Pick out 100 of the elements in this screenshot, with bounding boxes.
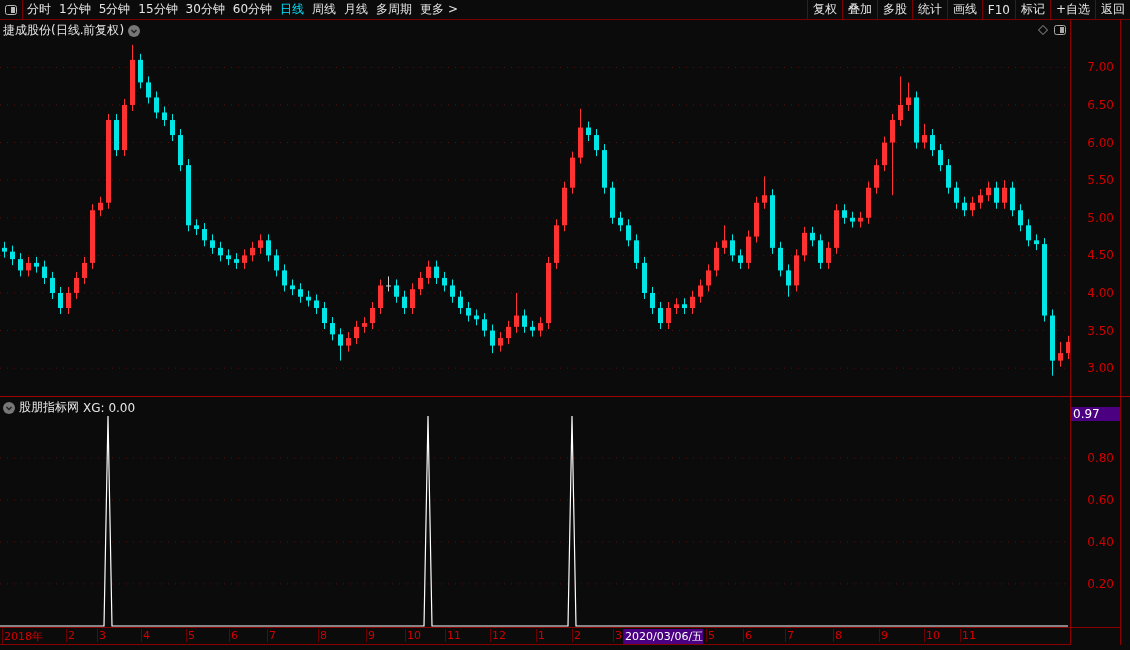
candlestick xyxy=(202,222,207,247)
price-axis-label: 4.50 xyxy=(1087,248,1114,263)
candlestick xyxy=(866,181,871,225)
price-axis-label: 3.00 xyxy=(1087,361,1114,376)
date-axis-label: 8 xyxy=(833,629,842,642)
date-axis-label: 10 xyxy=(405,629,421,642)
period-tab[interactable]: 分时 xyxy=(23,0,55,19)
candlestick xyxy=(154,90,159,119)
candlestick xyxy=(906,81,911,112)
date-axis-label: 3 xyxy=(613,629,622,642)
candlestick xyxy=(874,158,879,195)
toolbar-button[interactable]: 返回 xyxy=(1095,0,1130,19)
candlestick xyxy=(90,203,95,270)
candlestick xyxy=(698,278,703,304)
period-tab[interactable]: 5分钟 xyxy=(94,0,135,19)
candlestick xyxy=(562,181,567,232)
chevron-down-icon[interactable] xyxy=(128,24,141,37)
candlestick xyxy=(730,233,735,262)
date-axis-label: 1 xyxy=(536,629,545,642)
candlestick xyxy=(42,260,47,285)
period-tab[interactable]: 1分钟 xyxy=(55,0,95,19)
candlestick xyxy=(82,256,87,285)
toolbar-button[interactable]: 多股 xyxy=(876,0,912,19)
date-axis-label: 2020/03/06/五 xyxy=(623,629,704,644)
period-tab[interactable]: 月线 xyxy=(340,0,373,19)
candlestick xyxy=(394,278,399,304)
candlestick xyxy=(554,218,559,270)
price-axis-label: 6.00 xyxy=(1087,135,1114,150)
date-axis-label: 11 xyxy=(960,629,976,642)
candlestick xyxy=(970,196,975,217)
toolbar-button[interactable]: +自选 xyxy=(1049,0,1095,19)
toolbar-button[interactable]: 统计 xyxy=(911,0,947,19)
candlestick xyxy=(578,108,583,165)
candlestick xyxy=(258,233,263,255)
candlestick xyxy=(810,226,815,247)
chart-title: 捷成股份(日线.前复权) xyxy=(3,22,125,39)
date-axis-label: 12 xyxy=(490,629,506,642)
candlestick xyxy=(66,286,71,315)
candlestick xyxy=(178,128,183,172)
toolbar-button[interactable]: 复权 xyxy=(806,0,842,19)
candlestick xyxy=(250,241,255,262)
date-axis-label: 5 xyxy=(706,629,715,642)
candlestick xyxy=(482,312,487,338)
candlestick xyxy=(1034,233,1039,251)
price-axis-label: 5.50 xyxy=(1087,173,1114,188)
candlestick xyxy=(714,241,719,277)
period-tab[interactable]: 30分钟 xyxy=(181,0,229,19)
candlestick xyxy=(458,290,463,315)
toolbar-button[interactable]: 标记 xyxy=(1014,0,1050,19)
candlestick xyxy=(914,90,919,150)
period-tab[interactable]: 周线 xyxy=(308,0,341,19)
candlestick xyxy=(858,211,863,229)
date-axis-label: 11 xyxy=(445,629,461,642)
candlestick xyxy=(282,263,287,292)
candlestick xyxy=(402,290,407,315)
candlestick xyxy=(226,248,231,266)
candlestick xyxy=(146,75,151,104)
date-axis-label: 10 xyxy=(924,629,940,642)
chevron-down-icon[interactable] xyxy=(3,401,15,414)
diamond-icon[interactable] xyxy=(1038,25,1048,35)
panel-icon xyxy=(5,4,17,15)
period-tab[interactable]: 更多 > xyxy=(416,0,462,19)
indicator-axis-label: 0.40 xyxy=(1087,534,1114,549)
price-axis-label: 7.00 xyxy=(1087,60,1114,75)
candlestick xyxy=(682,297,687,315)
candlestick xyxy=(826,241,831,270)
date-axis-label: 3 xyxy=(97,629,106,642)
panel-icon[interactable] xyxy=(1054,25,1066,35)
candlestick xyxy=(122,98,127,157)
candlestick xyxy=(994,181,999,210)
toolbar-button[interactable]: 叠加 xyxy=(841,0,877,19)
date-axis-label: 5 xyxy=(186,629,195,642)
candlestick xyxy=(642,256,647,300)
candlestick xyxy=(786,263,791,298)
candlestick xyxy=(818,233,823,270)
candlestick xyxy=(586,121,591,142)
period-tab[interactable]: 多周期 xyxy=(372,0,417,19)
toolbar-button[interactable]: F10 xyxy=(981,0,1015,19)
candlestick xyxy=(194,218,199,236)
candlestick xyxy=(962,196,967,217)
candlestick xyxy=(218,241,223,262)
current-value-label: 0.97 xyxy=(1071,407,1120,421)
candlestick xyxy=(842,203,847,225)
candlestick xyxy=(690,290,695,315)
candlestick xyxy=(314,294,319,315)
candlestick xyxy=(162,106,167,127)
candlestick xyxy=(130,44,135,112)
period-tab[interactable]: 15分钟 xyxy=(134,0,182,19)
indicator-axis-label: 0.80 xyxy=(1087,450,1114,465)
price-axis-label: 4.00 xyxy=(1087,285,1114,300)
period-tab[interactable]: 日线 xyxy=(276,0,309,19)
period-tab[interactable]: 60分钟 xyxy=(228,0,277,19)
candlestick xyxy=(954,181,959,210)
candlestick xyxy=(298,282,303,304)
indicator-name: 股朋指标网 xyxy=(19,399,79,416)
toolbar-button[interactable]: 画线 xyxy=(946,0,982,19)
candlestick xyxy=(26,256,31,277)
indicator-axis-label: 0.20 xyxy=(1087,576,1114,591)
candlestick xyxy=(882,136,887,172)
candlestick xyxy=(978,188,983,210)
